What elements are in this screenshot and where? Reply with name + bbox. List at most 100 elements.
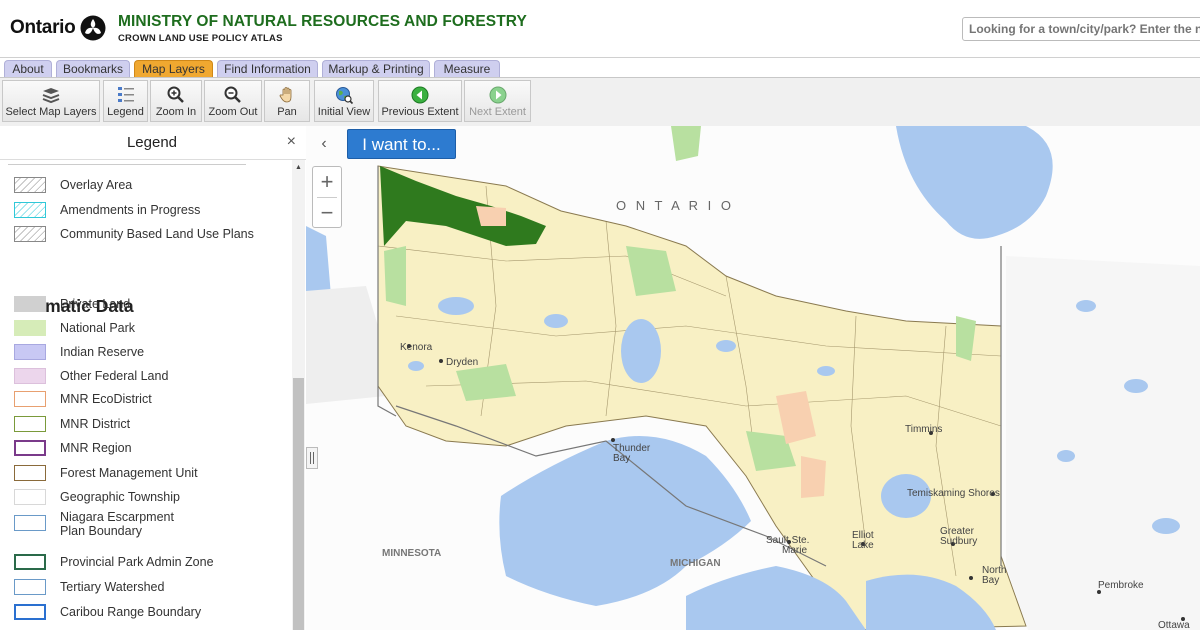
- tab-bar: About Bookmarks Map Layers Find Informat…: [0, 58, 1200, 77]
- map-label-elliot-lake: Elliot Lake: [852, 531, 874, 551]
- legend-icon: [117, 87, 134, 102]
- legend-label-line2: Plan Boundary: [60, 524, 143, 538]
- tab-markup-printing[interactable]: Markup & Printing: [322, 60, 430, 77]
- globe-icon: [336, 87, 354, 105]
- search-input[interactable]: [962, 17, 1200, 41]
- tab-measure[interactable]: Measure: [434, 60, 500, 77]
- toolbar-label: Initial View: [317, 106, 371, 118]
- toolbar-label: Select Map Layers: [5, 106, 97, 118]
- map-label-temiskaming: Temiskaming Shores: [907, 488, 1000, 499]
- legend-swatch: [14, 579, 46, 595]
- previous-extent-button[interactable]: Previous Extent: [378, 80, 462, 122]
- map-label-line: Lake: [852, 540, 874, 551]
- hand-icon: [279, 87, 292, 103]
- legend-swatch: [14, 344, 46, 360]
- map-label-timmins: Timmins: [905, 424, 943, 435]
- legend-panel: Legend × Overlay Area Amendments in Prog…: [0, 126, 307, 630]
- scroll-thumb[interactable]: [293, 378, 304, 630]
- map-label-kenora: Kenora: [400, 342, 433, 353]
- map-label-line: Marie: [782, 545, 808, 556]
- legend-swatch: [14, 368, 46, 384]
- hatch-swatch: [14, 226, 46, 242]
- legend-label: Niagara Escarpment: [60, 510, 174, 524]
- layers-icon: [42, 88, 60, 104]
- collapse-panel-icon[interactable]: ‹: [309, 128, 339, 160]
- map-zoom-control: + −: [312, 166, 342, 228]
- map-label-line: Sudbury: [940, 536, 978, 547]
- legend-label: Community Based Land Use Plans: [60, 227, 254, 241]
- legend-list: Overlay Area Amendments in Progress Comm…: [0, 160, 292, 630]
- divider: [8, 164, 246, 165]
- trillium-icon: [80, 15, 106, 41]
- legend-label: Provincial Park Admin Zone: [60, 555, 214, 569]
- toolbar-label: Pan: [277, 106, 297, 118]
- grip-line: [310, 452, 311, 464]
- next-extent-button[interactable]: Next Extent: [464, 80, 531, 122]
- forward-arrow-icon: [489, 86, 506, 104]
- legend-swatch: [14, 604, 46, 620]
- map-label-minnesota: MINNESOTA: [382, 548, 442, 559]
- legend-label: Geographic Township: [60, 490, 180, 504]
- map-label-dryden: Dryden: [446, 357, 479, 368]
- close-icon[interactable]: ×: [287, 133, 296, 151]
- tab-find-information[interactable]: Find Information: [217, 60, 318, 77]
- legend-swatch: [14, 440, 46, 456]
- logo-text: Ontario: [10, 17, 76, 38]
- toolbar-label: Next Extent: [469, 106, 526, 118]
- hatch-swatch: [14, 177, 46, 193]
- zoom-in-button[interactable]: Zoom In: [150, 80, 202, 122]
- pan-button[interactable]: Pan: [264, 80, 310, 122]
- toolbar-label: Zoom In: [155, 106, 197, 118]
- zoom-out-button[interactable]: Zoom Out: [204, 80, 262, 122]
- legend-swatch: [14, 515, 46, 531]
- zoom-out-icon: [224, 86, 241, 103]
- back-arrow-icon: [411, 86, 429, 104]
- legend-label: Indian Reserve: [60, 345, 145, 359]
- map-label-greater-sudbury: Greater Sudbury: [940, 527, 977, 547]
- map-label-line: Bay: [982, 575, 1000, 586]
- panel-splitter-handle[interactable]: [306, 447, 318, 469]
- map-label-michigan: MICHIGAN: [670, 558, 721, 569]
- legend-label: Forest Management Unit: [60, 466, 198, 480]
- map-label-sault-ste-marie: Sault Ste. Marie: [766, 536, 809, 556]
- grip-line: [313, 452, 314, 464]
- legend-label: Other Federal Land: [60, 369, 169, 383]
- toolbar: Select Map Layers Legend Zoom In Zoom Ou…: [0, 77, 1200, 127]
- map-zoom-in-button[interactable]: +: [313, 167, 341, 197]
- map-label-ontario: O N T A R I O: [616, 198, 734, 213]
- toolbar-label: Zoom Out: [208, 106, 258, 118]
- scroll-up-icon[interactable]: ▲: [295, 164, 302, 171]
- toolbar-label: Legend: [107, 106, 144, 118]
- legend-button[interactable]: Legend: [103, 80, 148, 122]
- legend-label: National Park: [60, 321, 136, 335]
- map-label-north-bay: North Bay: [982, 566, 1006, 586]
- legend-swatch: [14, 296, 46, 312]
- map-label-thunder-bay: Thunder Bay: [613, 444, 650, 464]
- hatch-swatch: [14, 202, 46, 218]
- ministry-block: MINISTRY OF NATURAL RESOURCES AND FOREST…: [118, 13, 527, 44]
- legend-header: Legend ×: [0, 126, 306, 160]
- ministry-title: MINISTRY OF NATURAL RESOURCES AND FOREST…: [118, 13, 527, 30]
- map-view[interactable]: O N T A R I O Kenora Dryden Thunder Bay …: [306, 126, 1200, 630]
- legend-swatch: [14, 489, 46, 505]
- tab-about[interactable]: About: [4, 60, 52, 77]
- legend-label: MNR District: [60, 417, 131, 431]
- tab-map-layers[interactable]: Map Layers: [134, 60, 213, 77]
- map-label-line: Bay: [613, 453, 631, 464]
- legend-label: Tertiary Watershed: [60, 580, 165, 594]
- map-zoom-out-button[interactable]: −: [313, 198, 341, 228]
- legend-label: MNR EcoDistrict: [60, 392, 152, 406]
- ontario-logo[interactable]: Ontario: [10, 15, 106, 41]
- legend-scrollbar[interactable]: ▲: [292, 160, 305, 630]
- legend-swatch: [14, 416, 46, 432]
- i-want-to-button[interactable]: I want to...: [347, 129, 456, 159]
- legend-swatch: [14, 554, 46, 570]
- select-map-layers-button[interactable]: Select Map Layers: [2, 80, 100, 122]
- legend-title: Legend: [126, 134, 178, 151]
- legend-swatch: [14, 465, 46, 481]
- tab-bookmarks[interactable]: Bookmarks: [56, 60, 130, 77]
- initial-view-button[interactable]: Initial View: [314, 80, 374, 122]
- zoom-in-icon: [167, 86, 184, 103]
- header: Ontario MINISTRY OF NATURAL RESOURCES AN…: [0, 0, 1200, 58]
- legend-label: Private Land: [60, 297, 131, 311]
